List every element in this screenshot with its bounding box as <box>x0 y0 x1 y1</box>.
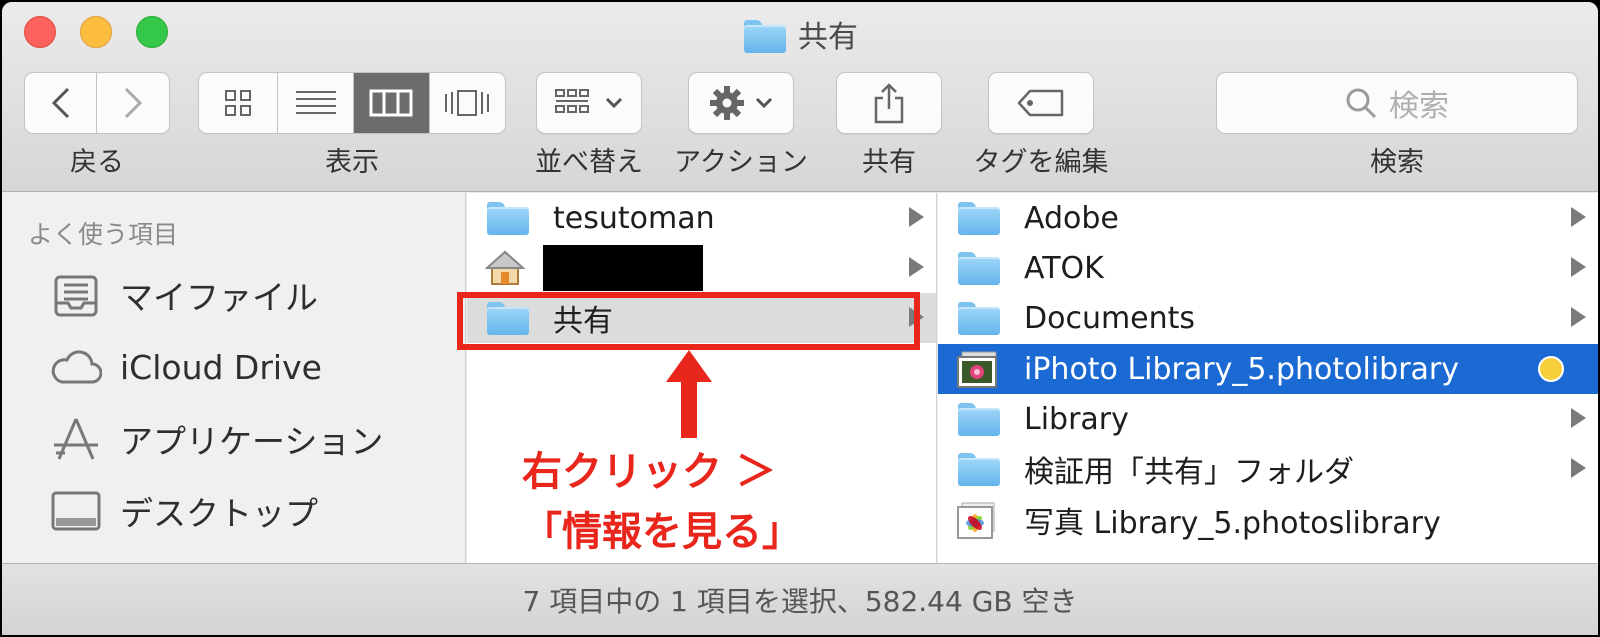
redacted-label <box>543 245 703 291</box>
sidebar: よく使う項目 マイファイル iCloud Drive アプリケーション デスクト… <box>2 193 466 573</box>
folder-icon <box>956 250 1002 286</box>
icon-view-button[interactable] <box>199 73 279 133</box>
arrange-label: 並べ替え <box>535 147 643 178</box>
disclosure-arrow-icon <box>1571 408 1586 428</box>
folder-icon <box>742 18 786 53</box>
annotation-line-2: 「情報を見る」 <box>522 509 802 555</box>
back-label: 戻る <box>70 147 124 178</box>
item-label: 検証用「共有」フォルダ <box>1024 455 1354 490</box>
list-item[interactable]: Documents <box>938 293 1598 343</box>
toolbar: 共有 戻る 表示 並べ替え アクション 共有 タグを編集 検索 検索 <box>2 2 1598 192</box>
disclosure-arrow-icon <box>1571 307 1586 327</box>
disclosure-arrow-icon <box>909 257 924 277</box>
status-text: 7 項目中の 1 項目を選択、582.44 GB 空き <box>522 584 1078 618</box>
status-bar: 7 項目中の 1 項目を選択、582.44 GB 空き <box>2 563 1598 635</box>
annotation-text: 右クリック ＞ 「情報を見る」 <box>522 442 852 562</box>
item-label: 共有 <box>553 304 613 339</box>
edit-tags-label: タグを編集 <box>973 147 1109 178</box>
chevron-down-icon <box>605 97 623 109</box>
sidebar-item-icloud-drive[interactable]: iCloud Drive <box>50 339 322 395</box>
list-item[interactable]: 写真 Library_5.photoslibrary <box>938 495 1598 545</box>
arrange-button[interactable] <box>536 72 642 134</box>
sidebar-item-desktop[interactable]: デスクトップ <box>50 483 318 539</box>
list-item-selected[interactable]: 共有 <box>467 293 936 343</box>
sidebar-item-label: デスクトップ <box>120 494 318 533</box>
action-label: アクション <box>674 147 808 178</box>
cloud-icon <box>50 343 102 391</box>
sidebar-item-label: マイファイル <box>120 278 318 317</box>
item-label: ATOK <box>1024 250 1104 286</box>
desktop-icon <box>50 487 102 535</box>
back-forward-control <box>24 72 170 134</box>
action-button[interactable] <box>688 72 794 134</box>
item-label: 写真 Library_5.photoslibrary <box>1024 506 1441 541</box>
chevron-down-icon <box>755 97 773 109</box>
disclosure-arrow-icon <box>909 207 924 227</box>
item-label: Documents <box>1024 300 1196 336</box>
sidebar-item-label: アプリケーション <box>120 422 384 461</box>
list-item[interactable]: Adobe <box>938 193 1598 243</box>
chevron-left-icon <box>51 87 69 119</box>
share-label: 共有 <box>862 147 916 178</box>
finder-window: 共有 戻る 表示 並べ替え アクション 共有 タグを編集 検索 検索 よく使う項… <box>2 2 1598 635</box>
sidebar-heading: よく使う項目 <box>28 220 179 249</box>
column-view-button[interactable] <box>354 73 430 133</box>
annotation-line-1: 右クリック ＞ <box>522 449 776 495</box>
yellow-tag-icon <box>1538 356 1564 382</box>
chevron-right-icon <box>124 87 143 119</box>
folder-icon <box>956 200 1002 236</box>
icon-grid-icon <box>225 90 252 116</box>
cover-flow-button[interactable] <box>430 73 505 133</box>
column-2: Adobe ATOK Documents iPhoto Library_5.ph… <box>938 193 1598 573</box>
photos-library-icon <box>956 502 1002 539</box>
list-item[interactable]: 検証用「共有」フォルダ <box>938 444 1598 494</box>
search-placeholder: 検索 <box>1389 89 1449 124</box>
iphoto-library-icon <box>956 351 1002 388</box>
sidebar-item-applications[interactable]: アプリケーション <box>50 411 383 467</box>
back-button[interactable] <box>25 73 97 133</box>
disclosure-arrow-icon <box>1571 207 1586 227</box>
all-my-files-icon <box>50 271 102 319</box>
search-label: 検索 <box>1370 147 1424 178</box>
annotation-arrow-icon <box>666 350 712 438</box>
folder-icon <box>956 401 1002 437</box>
columns-icon <box>369 89 413 117</box>
applications-icon <box>50 415 102 463</box>
search-icon <box>1346 88 1377 119</box>
home-icon <box>484 250 531 286</box>
share-button[interactable] <box>836 72 942 134</box>
cover-flow-icon <box>445 90 490 116</box>
share-icon <box>874 83 904 124</box>
folder-icon <box>485 300 531 336</box>
view-label: 表示 <box>325 147 379 178</box>
list-item[interactable]: ATOK <box>938 243 1598 293</box>
folder-icon <box>956 451 1002 487</box>
gear-icon <box>710 86 744 120</box>
edit-tags-button[interactable] <box>988 72 1094 134</box>
disclosure-arrow-icon <box>1571 257 1586 277</box>
list-icon <box>295 91 336 114</box>
list-item-selected[interactable]: iPhoto Library_5.photolibrary <box>938 344 1598 394</box>
list-item[interactable]: Library <box>938 394 1598 444</box>
arrange-grid-icon <box>555 89 589 113</box>
list-item[interactable] <box>467 243 936 293</box>
item-label: tesutoman <box>553 200 715 236</box>
folder-icon <box>956 300 1002 336</box>
tag-icon <box>1017 89 1064 117</box>
list-view-button[interactable] <box>278 73 354 133</box>
view-control <box>198 72 506 134</box>
list-item[interactable]: tesutoman <box>467 193 936 243</box>
forward-button[interactable] <box>97 73 169 133</box>
item-label: Library <box>1024 401 1129 437</box>
sidebar-item-label: iCloud Drive <box>120 347 322 387</box>
sidebar-item-all-my-files[interactable]: マイファイル <box>50 267 318 323</box>
disclosure-arrow-icon <box>1571 458 1586 478</box>
disclosure-arrow-icon <box>909 307 924 327</box>
folder-icon <box>485 200 531 236</box>
item-label: iPhoto Library_5.photolibrary <box>1024 351 1460 387</box>
item-label: Adobe <box>1024 200 1119 236</box>
window-title-text: 共有 <box>798 20 858 55</box>
window-title: 共有 <box>2 12 1598 56</box>
search-input[interactable]: 検索 <box>1216 72 1578 134</box>
